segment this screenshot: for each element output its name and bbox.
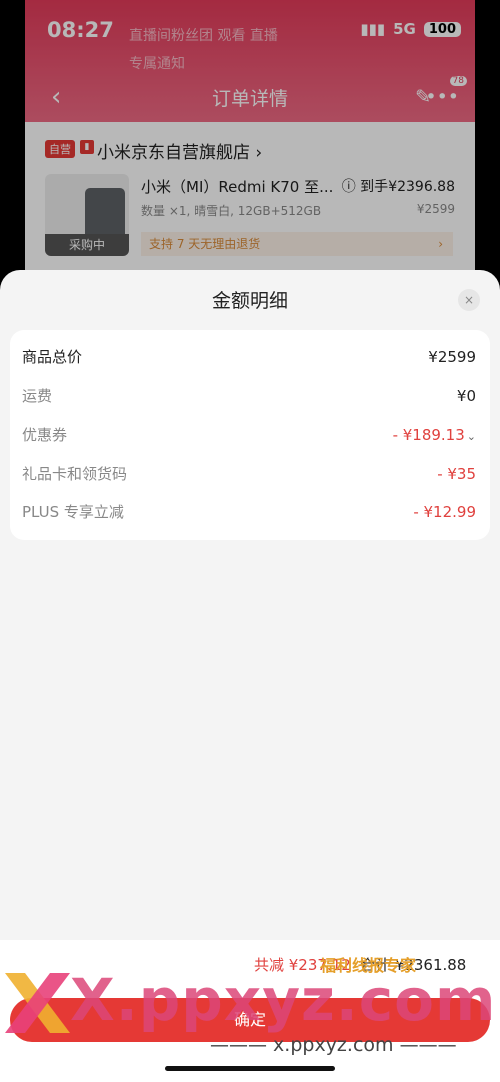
amount-detail-card: 商品总价 ¥2599 运费 ¥0 优惠券 - ¥189.13 ⌄ 礼品卡和领货码 … [10,330,490,540]
watermark-x-logo [5,973,70,1033]
chevron-down-icon: ⌄ [466,430,476,443]
home-indicator [165,1066,335,1071]
watermark-subtitle: 福利线报专家 [320,956,417,975]
row-gift-card: 礼品卡和领货码 - ¥35 [22,465,476,483]
close-icon[interactable]: × [458,289,480,311]
sheet-title: 金额明细 [211,290,288,312]
row-plus-discount: PLUS 专享立减 - ¥12.99 [22,503,476,521]
watermark-brand: X.ppxyz.com [70,966,497,1034]
watermark-url: ——— x.ppxyz.com ——— [210,1034,457,1056]
modal-backdrop[interactable] [0,0,500,300]
row-coupon[interactable]: 优惠券 - ¥189.13 ⌄ [22,420,478,450]
row-goods-total: 商品总价 ¥2599 [22,348,476,366]
phone-screen: 08:27 ▮▮▮ 5G 100 直播间粉丝团 观看 直播 专属通知 ‹ 订单详… [0,0,500,1082]
row-shipping: 运费 ¥0 [22,387,476,405]
